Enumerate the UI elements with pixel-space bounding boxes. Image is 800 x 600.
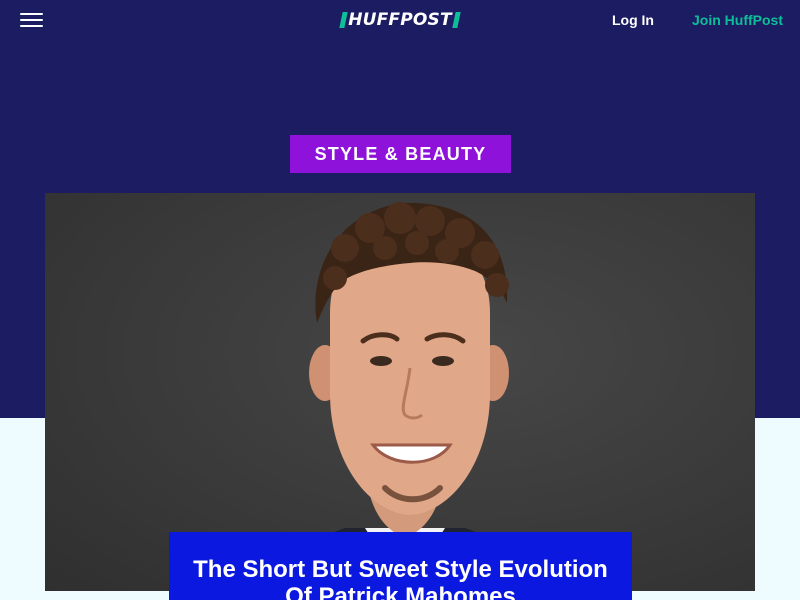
join-huffpost-link[interactable]: Join HuffPost <box>692 11 783 29</box>
huffpost-logo[interactable]: HUFFPOST <box>332 10 468 30</box>
menu-line <box>20 19 43 21</box>
logo-bar-left <box>339 12 348 28</box>
headline-card[interactable]: The Short But Sweet Style Evolution Of P… <box>169 532 632 600</box>
logo-bar-right <box>452 12 461 28</box>
site-header: HUFFPOST Log In Join HuffPost <box>0 0 800 40</box>
section-tag-style-beauty[interactable]: STYLE & BEAUTY <box>290 135 511 173</box>
left-eye <box>370 356 392 366</box>
hamburger-menu-icon[interactable] <box>20 12 44 28</box>
login-link[interactable]: Log In <box>612 11 654 29</box>
menu-line <box>20 13 43 15</box>
article-headline[interactable]: The Short But Sweet Style Evolution Of P… <box>189 556 612 600</box>
right-eye <box>432 356 454 366</box>
logo-text: HUFFPOST <box>348 10 452 30</box>
menu-line <box>20 25 43 27</box>
